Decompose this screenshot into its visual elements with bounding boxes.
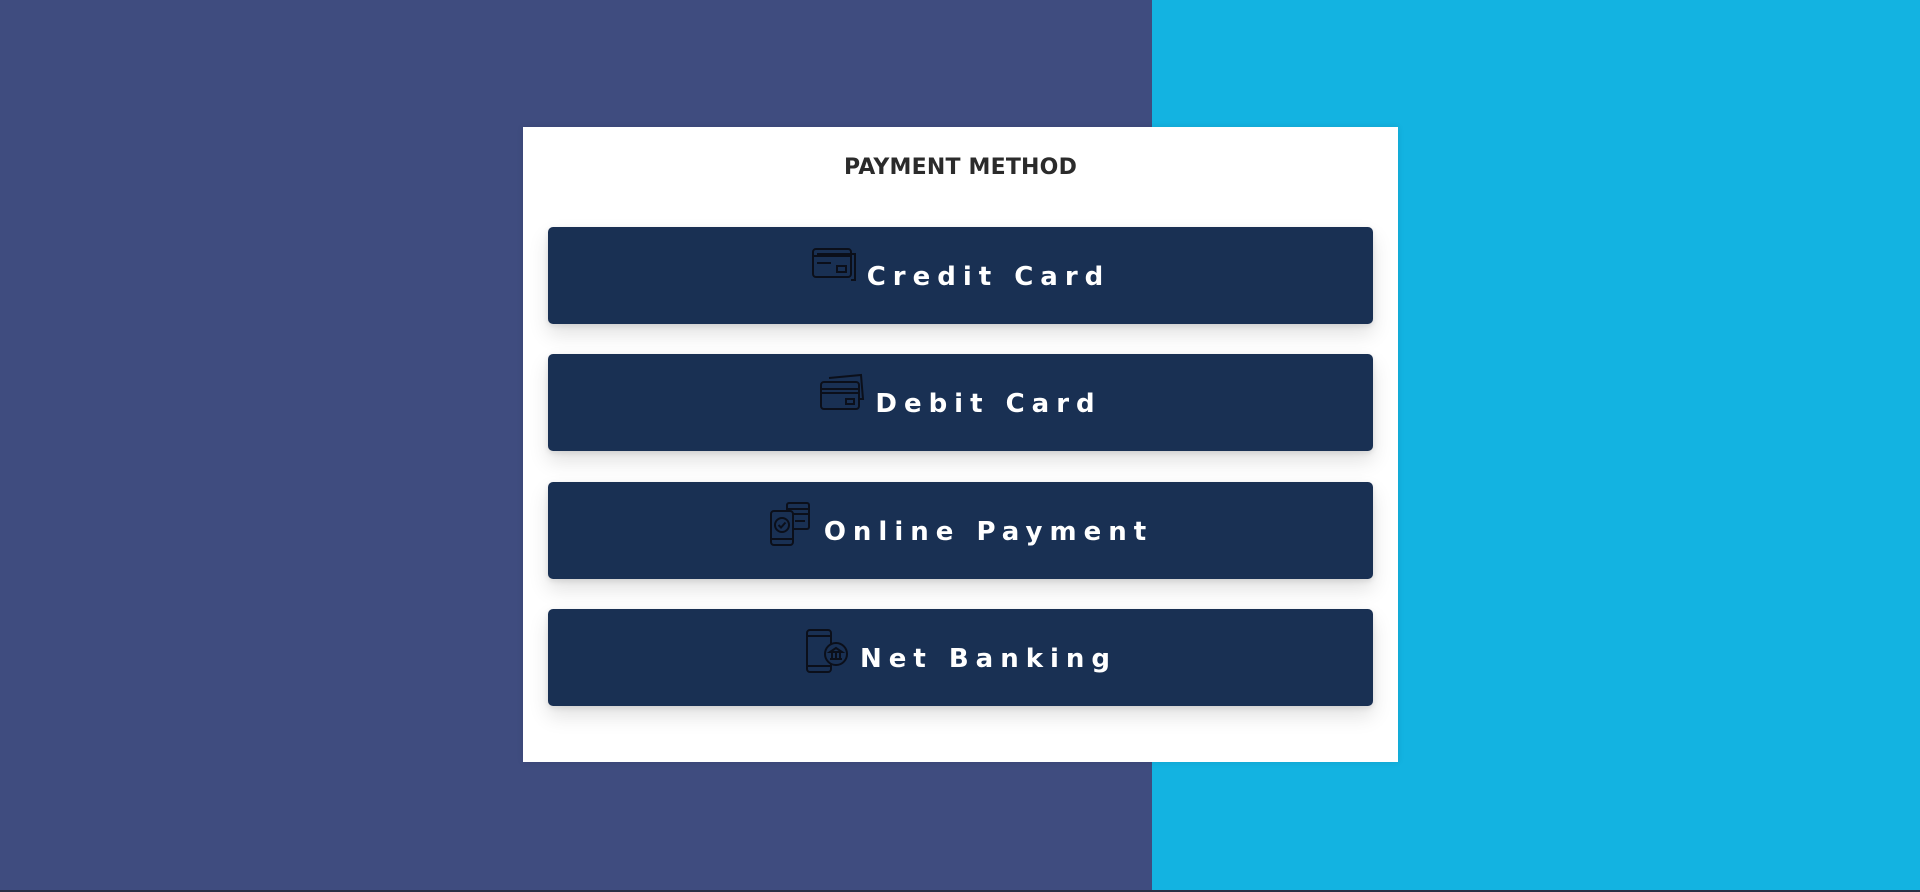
net-banking-button[interactable]: Net Banking: [548, 609, 1373, 706]
online-payment-icon: [768, 501, 814, 547]
online-payment-button[interactable]: Online Payment: [548, 482, 1373, 579]
debit-card-icon: [819, 373, 865, 419]
debit-card-button[interactable]: Debit Card: [548, 354, 1373, 451]
panel-title: PAYMENT METHOD: [843, 155, 1078, 180]
net-banking-label: Net Banking: [859, 643, 1118, 674]
net-banking-icon: [804, 628, 850, 674]
online-payment-label: Online Payment: [823, 516, 1154, 547]
debit-card-label: Debit Card: [875, 388, 1102, 419]
credit-card-button[interactable]: Credit Card: [548, 227, 1373, 324]
credit-card-icon: [811, 246, 857, 292]
credit-card-label: Credit Card: [866, 261, 1111, 292]
payment-method-panel: PAYMENT METHOD Credit Card Debit Card On…: [523, 127, 1398, 762]
